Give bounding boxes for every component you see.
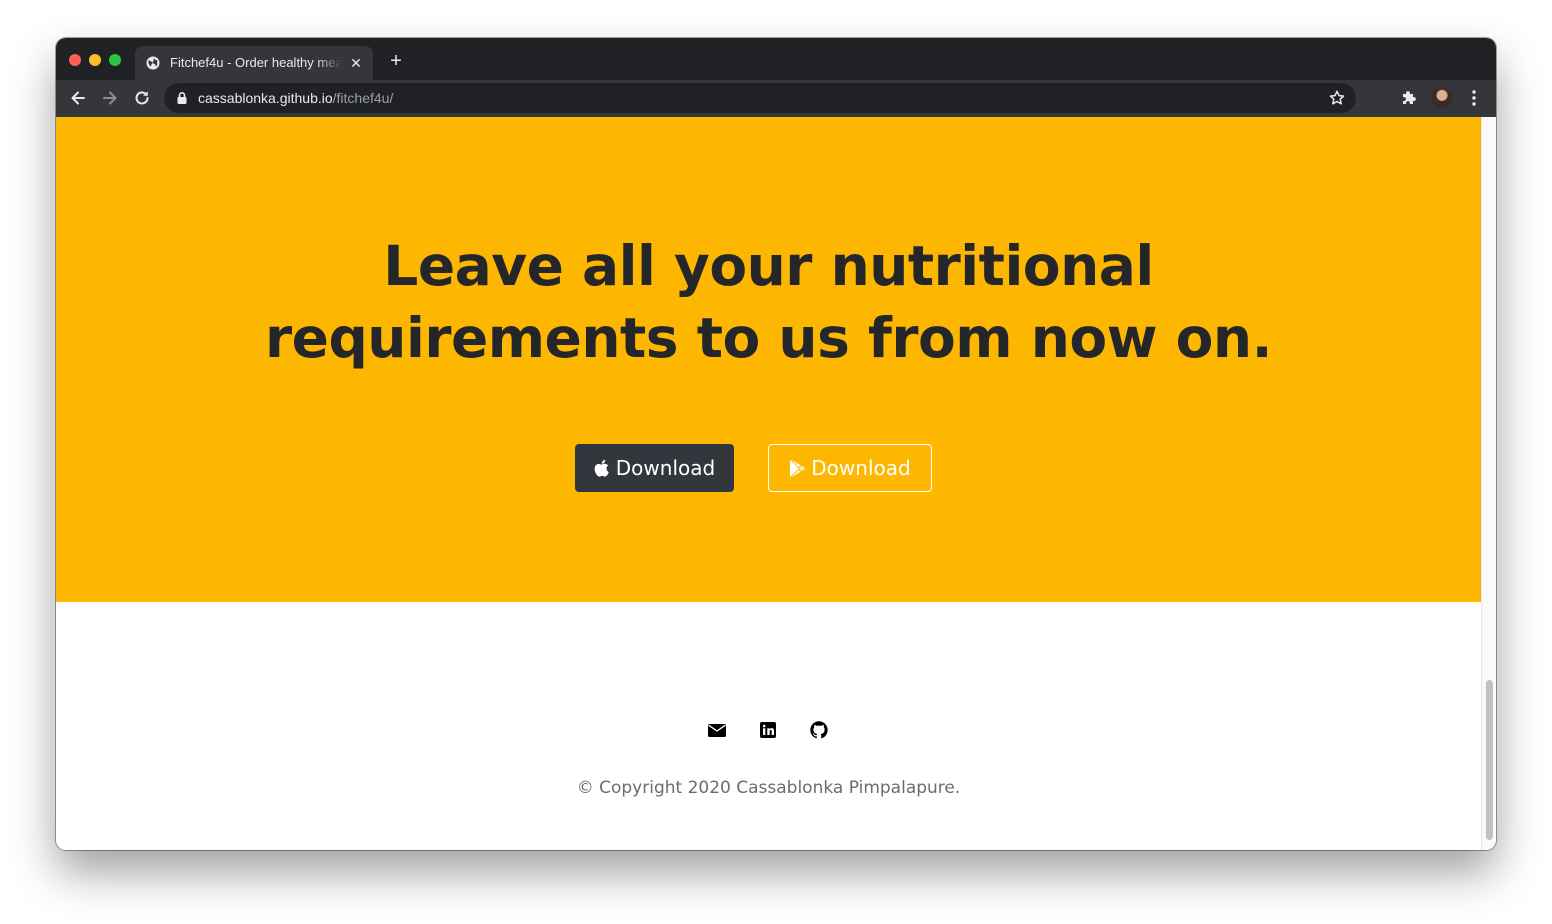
profile-avatar[interactable] bbox=[1431, 87, 1453, 109]
back-arrow-icon[interactable] bbox=[68, 88, 88, 108]
browser-toolbar: cassablonka.github.io/fitchef4u/ bbox=[56, 80, 1496, 117]
tab-close-icon[interactable]: ✕ bbox=[348, 55, 364, 71]
new-tab-button[interactable]: + bbox=[386, 50, 406, 72]
tab-title: Fitchef4u - Order healthy meals bbox=[170, 55, 342, 70]
extensions-puzzle-icon[interactable] bbox=[1400, 89, 1418, 107]
cta-heading: Leave all your nutritional requirements t… bbox=[56, 230, 1481, 374]
minimize-window-button[interactable] bbox=[89, 54, 101, 66]
bookmark-star-icon[interactable] bbox=[1328, 89, 1346, 107]
page-scrollbar[interactable] bbox=[1481, 117, 1496, 850]
google-play-download-button[interactable]: Download bbox=[768, 444, 932, 492]
scrollbar-thumb[interactable] bbox=[1486, 680, 1493, 840]
app-store-download-label: Download bbox=[615, 456, 716, 480]
google-play-icon bbox=[789, 459, 806, 478]
lock-icon bbox=[176, 91, 188, 105]
close-window-button[interactable] bbox=[69, 54, 81, 66]
envelope-icon[interactable] bbox=[707, 720, 727, 740]
page-content: Leave all your nutritional requirements t… bbox=[56, 117, 1481, 850]
apple-icon bbox=[594, 459, 611, 478]
download-cta-section: Leave all your nutritional requirements t… bbox=[56, 117, 1481, 602]
copyright-text: © Copyright 2020 Cassablonka Pimpalapure… bbox=[576, 778, 961, 798]
reload-icon[interactable] bbox=[132, 88, 152, 108]
url-path: /fitchef4u/ bbox=[332, 90, 394, 106]
google-play-download-label: Download bbox=[811, 456, 911, 480]
url-text: cassablonka.github.io/fitchef4u/ bbox=[198, 90, 393, 107]
github-icon[interactable] bbox=[809, 720, 829, 740]
tab-strip: Fitchef4u - Order healthy meals ✕ + bbox=[56, 38, 1496, 80]
browser-window: Fitchef4u - Order healthy meals ✕ + cass… bbox=[56, 38, 1496, 850]
zoom-window-button[interactable] bbox=[109, 54, 121, 66]
cta-heading-line-1: Leave all your nutritional bbox=[383, 234, 1154, 298]
url-host: cassablonka.github.io bbox=[198, 90, 333, 106]
address-bar[interactable]: cassablonka.github.io/fitchef4u/ bbox=[164, 83, 1356, 113]
forward-arrow-icon[interactable] bbox=[100, 88, 120, 108]
footer-social-links bbox=[56, 720, 1481, 742]
cta-heading-line-2: requirements to us from now on. bbox=[265, 306, 1272, 370]
app-store-download-button[interactable]: Download bbox=[575, 444, 734, 492]
linkedin-icon[interactable] bbox=[758, 720, 778, 740]
globe-icon bbox=[146, 56, 160, 70]
active-tab[interactable]: Fitchef4u - Order healthy meals ✕ bbox=[135, 46, 373, 80]
more-menu-icon[interactable] bbox=[1466, 89, 1482, 107]
